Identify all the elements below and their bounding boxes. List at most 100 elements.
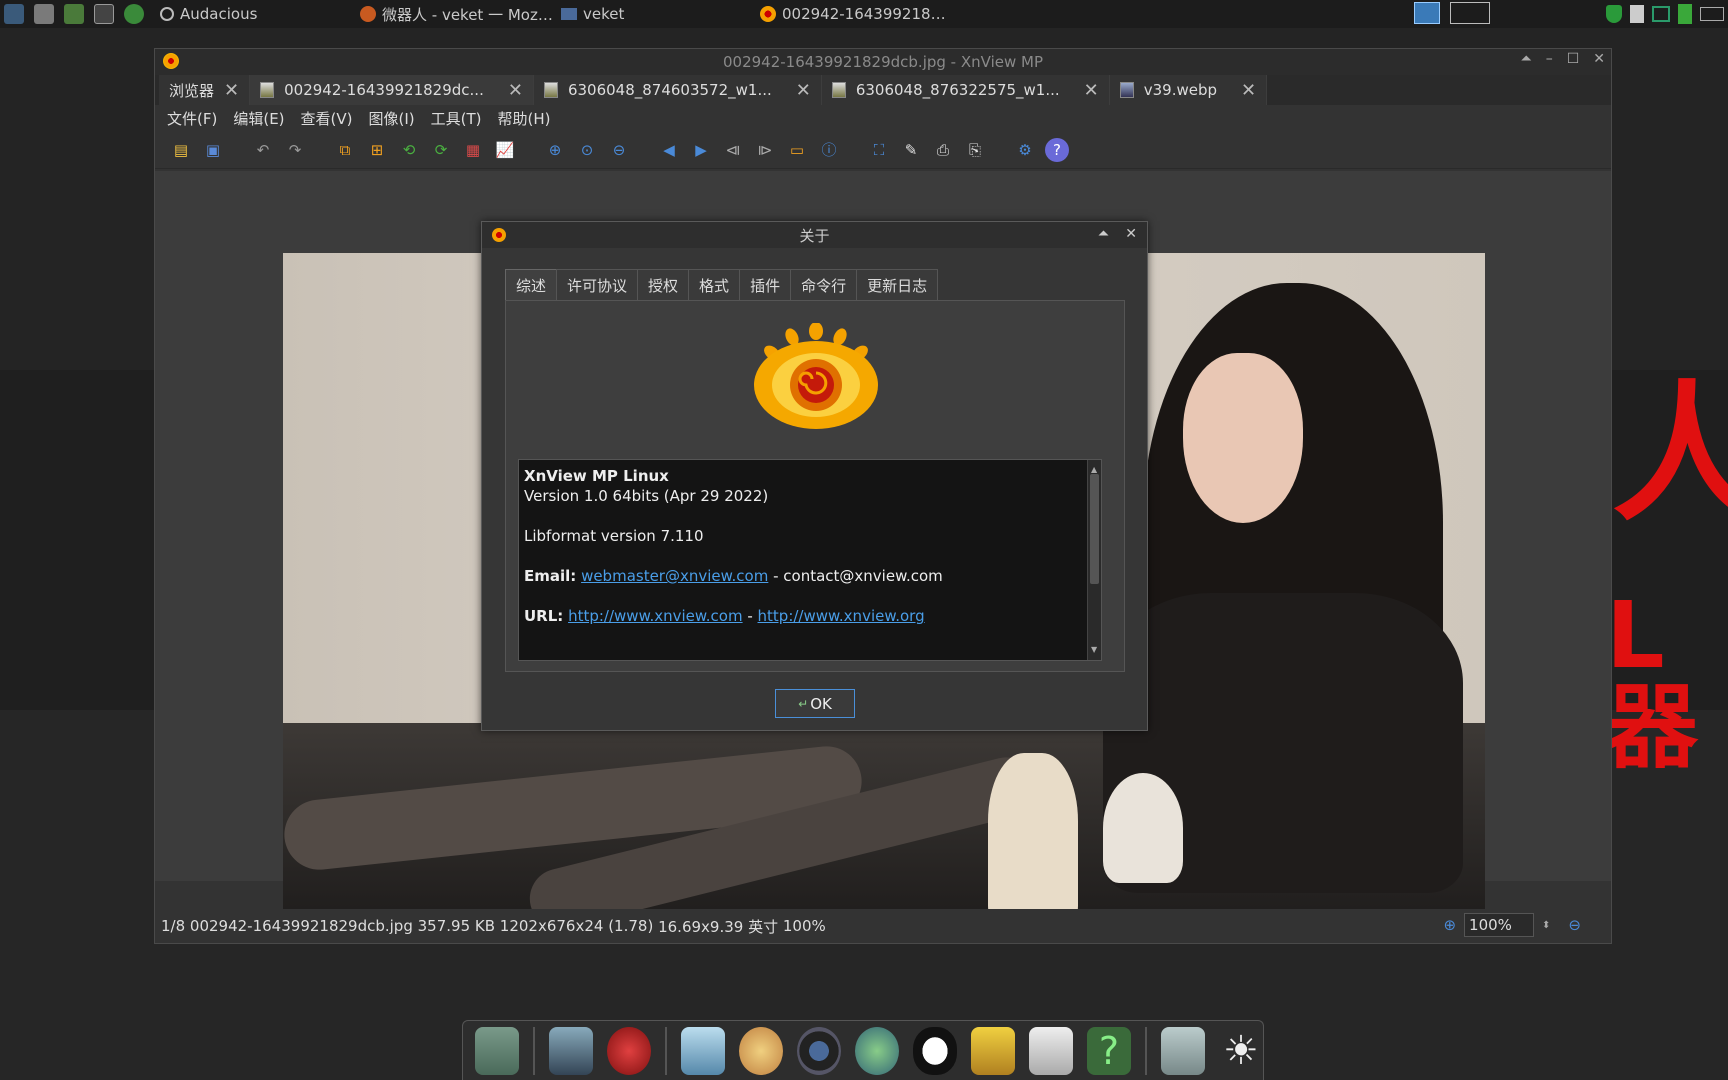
zoom-in-icon[interactable]: ⊕ (543, 138, 567, 162)
shade-icon[interactable]: ⏶ (1098, 226, 1109, 242)
system-monitor-icon[interactable] (4, 4, 24, 24)
tab-image-2[interactable]: 6306048_874603572_w1... ✕ (533, 75, 822, 105)
desktop-icon[interactable] (475, 1026, 520, 1075)
penguin-icon[interactable] (912, 1026, 957, 1075)
text-editor-icon[interactable] (680, 1026, 725, 1075)
dialog-titlebar[interactable]: 关于 ⏶ ✕ (482, 222, 1147, 248)
keyboard-icon[interactable] (1700, 7, 1724, 21)
network-icon[interactable] (1652, 6, 1670, 22)
menu-edit[interactable]: 编辑(E) (233, 108, 284, 129)
ok-button[interactable]: ↵ OK (775, 689, 855, 718)
tab-close-icon[interactable]: ✕ (224, 80, 239, 101)
workspace-1-button[interactable] (1414, 2, 1440, 24)
tab-image-4[interactable]: v39.webp ✕ (1109, 75, 1268, 105)
play-icon[interactable] (64, 4, 84, 24)
menu-image[interactable]: 图像(I) (369, 108, 415, 129)
shade-icon[interactable]: ⏶ (1521, 51, 1532, 67)
undo-icon[interactable]: ↶ (251, 138, 275, 162)
rotate-right-icon[interactable]: ⟳ (429, 138, 453, 162)
settings-icon[interactable] (34, 4, 54, 24)
tab-close-icon[interactable]: ✕ (796, 80, 811, 101)
first-icon[interactable]: ⧏ (721, 138, 745, 162)
next-icon[interactable]: ▶ (689, 138, 713, 162)
tab-browser[interactable]: 浏览器 ✕ (159, 75, 251, 105)
zoom-field[interactable] (1464, 913, 1535, 937)
url-link-com[interactable]: http://www.xnview.com (568, 607, 743, 625)
clipboard-icon[interactable] (1630, 5, 1644, 23)
tab-license[interactable]: 许可协议 (556, 269, 639, 300)
last-icon[interactable]: ⧐ (753, 138, 777, 162)
paint-icon[interactable] (738, 1026, 783, 1075)
status-filename: 002942-16439921829dcb.jpg (189, 917, 413, 935)
tab-label: 002942-16439921829dc... (284, 81, 484, 99)
task-audacious[interactable]: Audacious (160, 0, 257, 28)
window-titlebar[interactable]: 002942-16439921829dcb.jpg - XnView MP ⏶ … (155, 49, 1611, 75)
tab-authorization[interactable]: 授权 (637, 269, 690, 300)
zoom-out-icon[interactable]: ⊖ (607, 138, 631, 162)
files-icon[interactable] (970, 1026, 1015, 1075)
help-question-icon[interactable]: ? (1086, 1026, 1131, 1075)
menu-tools[interactable]: 工具(T) (431, 108, 482, 129)
tab-changelog[interactable]: 更新日志 (856, 269, 939, 300)
tab-formats[interactable]: 格式 (688, 269, 741, 300)
minimize-icon[interactable]: – (1546, 51, 1553, 67)
redo-icon[interactable]: ↷ (283, 138, 307, 162)
scroll-down-icon[interactable]: ▼ (1091, 640, 1097, 660)
tab-close-icon[interactable]: ✕ (1241, 80, 1256, 101)
zoom-in-small-icon[interactable]: ⊕ (1443, 916, 1456, 934)
email-link[interactable]: webmaster@xnview.com (581, 567, 768, 585)
tab-overview[interactable]: 综述 (505, 269, 558, 300)
zoom-fit-icon[interactable]: ⊙ (575, 138, 599, 162)
shield-icon[interactable] (1606, 5, 1622, 23)
zoom-stepper-icon[interactable]: ⬍ (1542, 920, 1550, 931)
rotate-left-icon[interactable]: ⟲ (397, 138, 421, 162)
close-icon[interactable]: ✕ (1593, 51, 1605, 67)
info-icon[interactable]: ⓘ (817, 138, 841, 162)
workspace-2-button[interactable] (1450, 2, 1490, 24)
settings-gear-icon[interactable]: ⚙ (1013, 138, 1037, 162)
browse-icon[interactable]: ▤ (169, 138, 193, 162)
mascot-icon[interactable] (606, 1026, 651, 1075)
help-icon[interactable]: ? (1045, 137, 1069, 162)
close-icon[interactable]: ✕ (1125, 226, 1137, 242)
tab-close-icon[interactable]: ✕ (508, 80, 523, 101)
zoom-out-small-icon[interactable]: ⊖ (1568, 916, 1581, 934)
tab-plugins[interactable]: 插件 (739, 269, 792, 300)
adjust-icon[interactable]: ▦ (461, 138, 485, 162)
task-xnview[interactable]: 002942-164399218… (760, 0, 946, 28)
network-users-icon[interactable] (854, 1026, 899, 1075)
top-panel: Audacious 微器人 - veket 一 Moz… veket 00294… (0, 0, 1728, 28)
terminal-icon[interactable] (94, 4, 114, 24)
task-label: Audacious (180, 5, 258, 23)
media-player-icon[interactable] (796, 1026, 841, 1075)
info-scrollbar[interactable]: ▲ ▼ (1087, 460, 1101, 660)
tab-image-3[interactable]: 6306048_876322575_w1... ✕ (821, 75, 1110, 105)
url-link-org[interactable]: http://www.xnview.org (758, 607, 925, 625)
histogram-icon[interactable]: 📈 (493, 138, 517, 162)
tab-command-line[interactable]: 命令行 (790, 269, 858, 300)
task-firefox[interactable]: 微器人 - veket 一 Moz… (360, 0, 553, 28)
menu-view[interactable]: 查看(V) (301, 108, 353, 129)
print-icon[interactable]: ⎙ (931, 138, 955, 162)
save-icon[interactable]: ▣ (201, 138, 225, 162)
task-veket[interactable]: veket (561, 0, 624, 28)
globe-icon[interactable] (124, 4, 144, 24)
maximize-icon[interactable]: ☐ (1567, 51, 1580, 67)
menu-file[interactable]: 文件(F) (167, 108, 217, 129)
fullscreen-icon[interactable]: ⛶ (867, 138, 891, 162)
monitor-icon[interactable] (548, 1026, 593, 1075)
tab-image-1[interactable]: 002942-16439921829dc... ✕ (250, 75, 534, 105)
spreadsheet-icon[interactable] (1028, 1026, 1073, 1075)
tab-close-icon[interactable]: ✕ (1084, 80, 1099, 101)
drive-icon[interactable] (1160, 1026, 1205, 1075)
resize-icon[interactable]: ⊞ (365, 138, 389, 162)
capture-icon[interactable]: ⎘ (963, 138, 987, 162)
edit-icon[interactable]: ✎ (899, 138, 923, 162)
brightness-icon[interactable]: ☀ (1219, 1027, 1263, 1075)
battery-icon[interactable] (1678, 4, 1692, 24)
menu-help[interactable]: 帮助(H) (498, 108, 551, 129)
slideshow-icon[interactable]: ▭ (785, 138, 809, 162)
scrollbar-thumb[interactable] (1090, 474, 1099, 584)
crop-icon[interactable]: ⧉ (333, 138, 357, 162)
previous-icon[interactable]: ◀ (657, 138, 681, 162)
